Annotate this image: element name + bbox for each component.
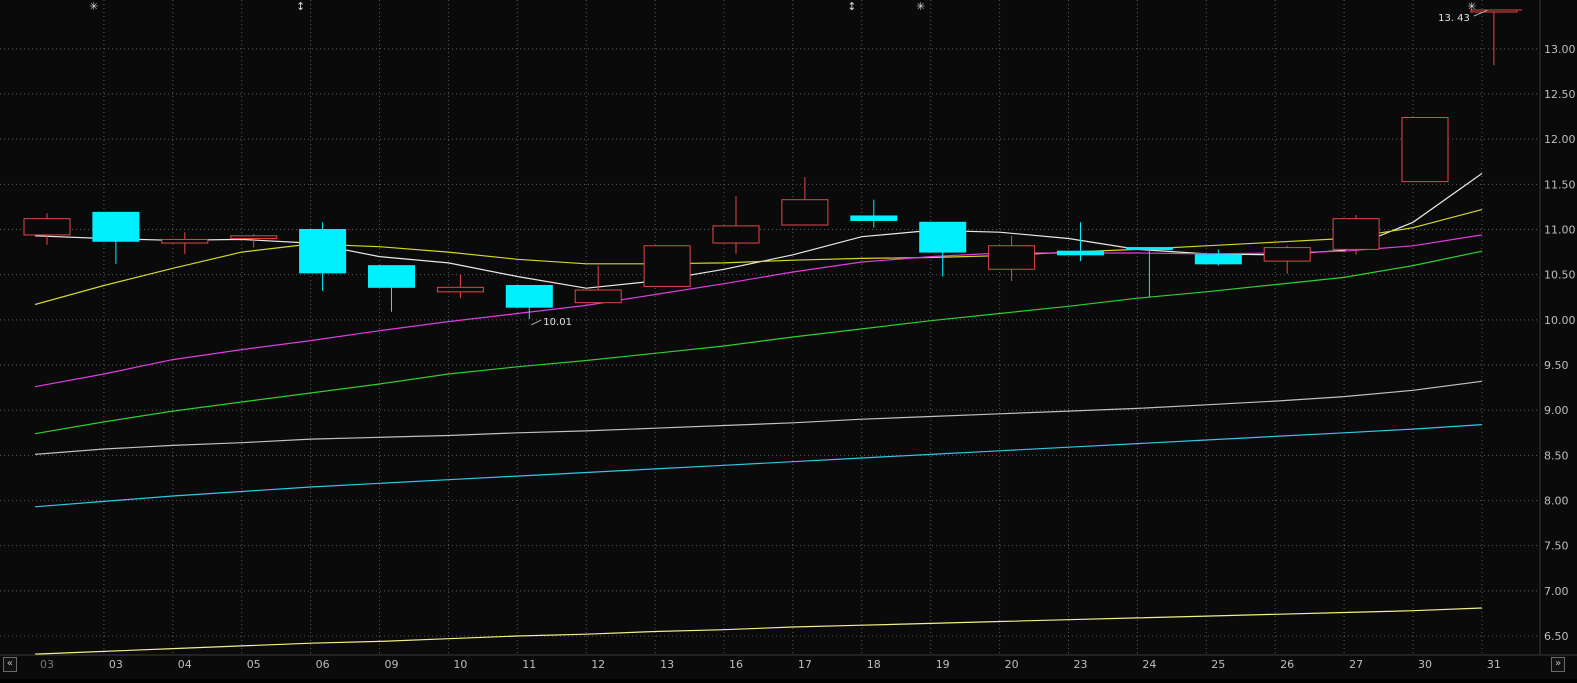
- y-tick-label: 9.50: [1544, 359, 1569, 372]
- candle-body: [712, 225, 760, 244]
- y-tick-label: 8.00: [1544, 495, 1569, 508]
- y-tick-label: 9.00: [1544, 404, 1569, 417]
- x-tick-label: 11: [522, 658, 536, 671]
- x-tick-label: 27: [1349, 658, 1363, 671]
- candle-body: [1194, 254, 1242, 265]
- x-tick-label: 09: [385, 658, 399, 671]
- x-tick-label: 25: [1211, 658, 1225, 671]
- y-tick-label: 12.50: [1544, 88, 1576, 101]
- candle-body: [161, 238, 209, 244]
- candle-body: [436, 286, 484, 293]
- x-tick-label: 16: [729, 658, 743, 671]
- annotation-label: 10.01: [543, 317, 572, 328]
- x-tick-label: 26: [1280, 658, 1294, 671]
- candle-body: [643, 245, 691, 287]
- candle-body: [368, 265, 415, 288]
- scroll-right-button[interactable]: »: [1551, 657, 1565, 672]
- x-tick-label: 13: [660, 658, 674, 671]
- x-tick-label: 03: [40, 658, 54, 671]
- annotation-pointer: [531, 319, 542, 326]
- candle-body: [505, 285, 553, 308]
- series-line: [34, 380, 1482, 455]
- candle-body: [1125, 247, 1173, 251]
- event-marker-icon[interactable]: ✳: [89, 0, 98, 13]
- x-tick-label: 31: [1487, 658, 1501, 671]
- y-tick-label: 12.00: [1544, 133, 1576, 146]
- event-marker-icon[interactable]: ✳: [1467, 0, 1476, 13]
- candle-body: [299, 229, 347, 274]
- candle-body: [574, 289, 622, 304]
- candlestick-chart: 10.01 13. 43 ✳ ↕ ↕ ✳ ✳ 6.50 7.00 7.50 8.00 8.50 9.…: [0, 0, 1577, 679]
- y-tick-label: 11.50: [1544, 178, 1576, 191]
- x-tick-label: 18: [867, 658, 881, 671]
- x-tick-label: 10: [453, 658, 467, 671]
- y-tick-label: 7.00: [1544, 585, 1569, 598]
- candle-body: [781, 199, 829, 226]
- series-line: [34, 424, 1482, 508]
- y-tick-label: 6.50: [1544, 630, 1569, 643]
- annotation-label: 13. 43: [1438, 13, 1470, 24]
- x-tick-label: 04: [178, 658, 192, 671]
- candle-body: [1401, 116, 1449, 183]
- x-tick-label: 06: [316, 658, 330, 671]
- x-tick-label: 12: [591, 658, 605, 671]
- y-tick-label: 8.50: [1544, 449, 1569, 462]
- candle-body: [919, 221, 967, 253]
- candle-body: [23, 218, 71, 236]
- candle-body: [230, 235, 278, 240]
- x-tick-label: 19: [936, 658, 950, 671]
- candle-body: [850, 215, 898, 221]
- y-tick-label: 11.00: [1544, 224, 1576, 237]
- candle-body: [1332, 218, 1380, 250]
- event-marker-icon[interactable]: ↕: [296, 0, 305, 13]
- event-marker-icon[interactable]: ↕: [847, 0, 856, 13]
- x-tick-label: 05: [247, 658, 261, 671]
- y-tick-label: 10.00: [1544, 314, 1576, 327]
- x-tick-label: 30: [1418, 658, 1432, 671]
- y-tick-label: 13.00: [1544, 43, 1576, 56]
- candle-body: [1263, 247, 1311, 262]
- chart-svg: 10.01 13. 43 ✳ ↕ ↕ ✳ ✳ 6.50 7.00 7.50 8.00 8.50 9.…: [0, 0, 1577, 671]
- scroll-left-button[interactable]: «: [3, 657, 17, 672]
- x-tick-label: 17: [798, 658, 812, 671]
- x-tick-label: 20: [1005, 658, 1019, 671]
- series-line: [34, 607, 1482, 655]
- candle-body: [988, 245, 1036, 270]
- candle-body: [92, 211, 140, 242]
- y-tick-label: 7.50: [1544, 540, 1569, 553]
- candle-body: [1057, 250, 1104, 256]
- x-tick-label: 23: [1074, 658, 1088, 671]
- event-marker-icon[interactable]: ✳: [916, 0, 925, 13]
- x-tick-label: 03: [109, 658, 123, 671]
- y-tick-label: 10.50: [1544, 269, 1576, 282]
- x-tick-label: 24: [1142, 658, 1156, 671]
- series-line: [34, 250, 1483, 435]
